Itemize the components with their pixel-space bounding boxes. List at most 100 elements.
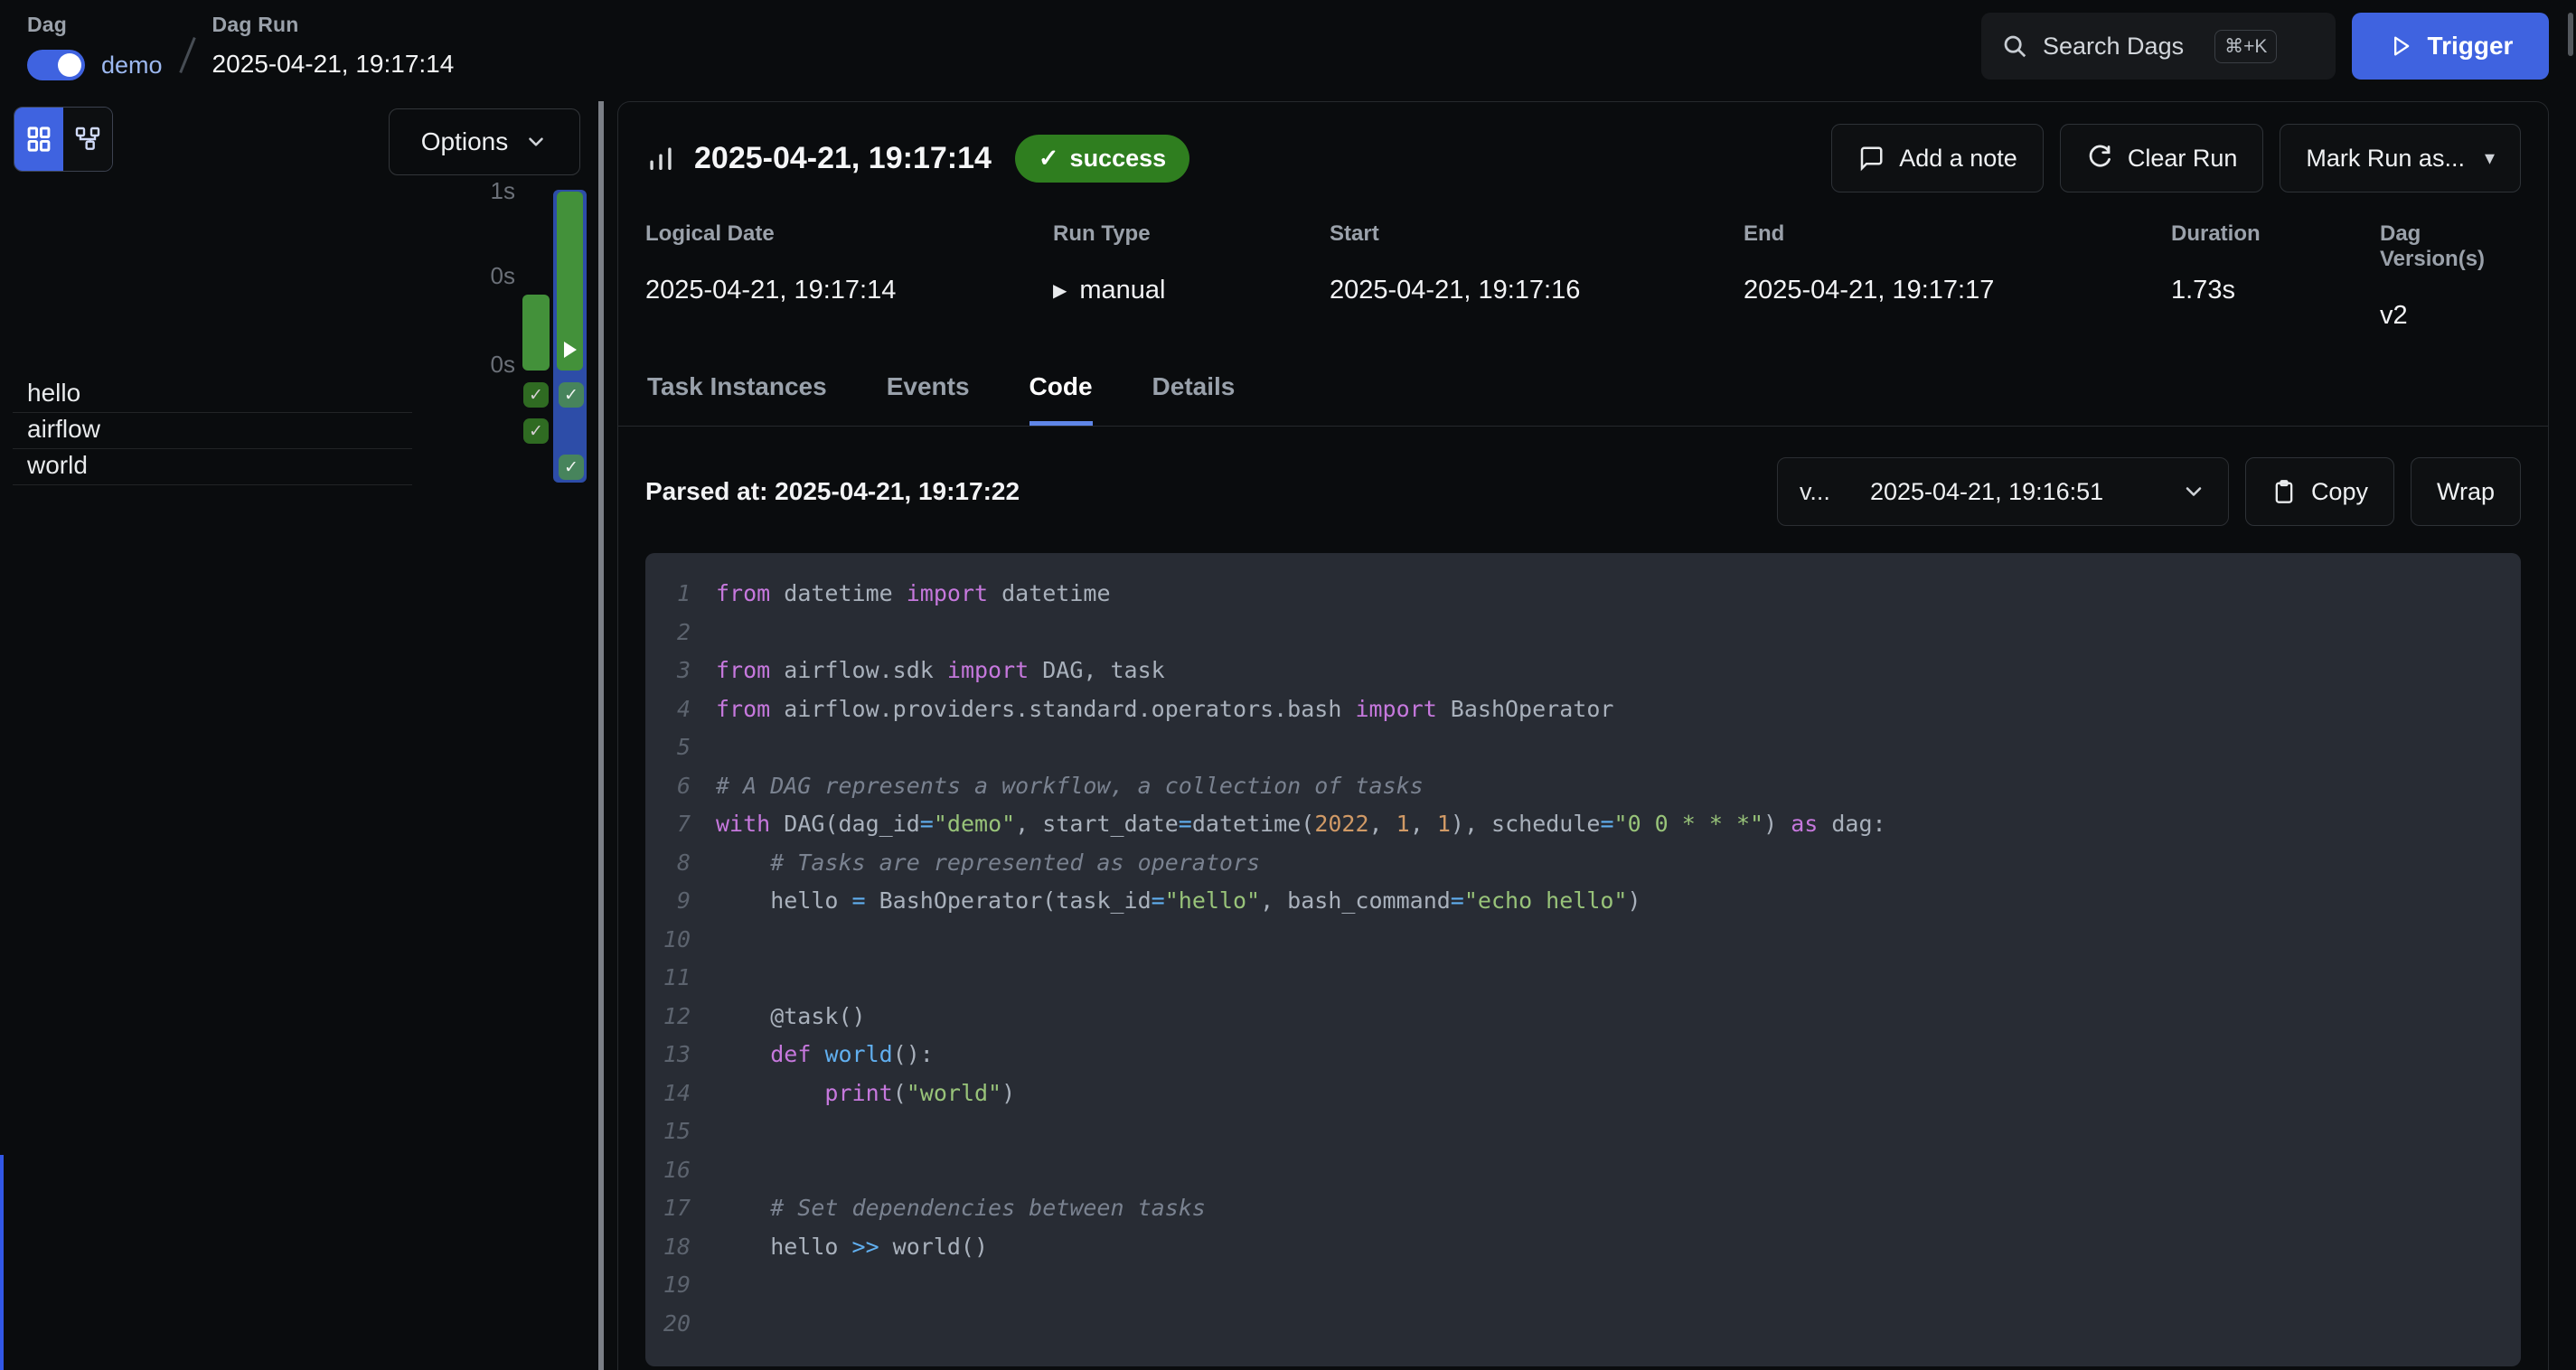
- task-label-hello[interactable]: hello: [27, 379, 80, 408]
- page-scrollbar[interactable]: [2568, 13, 2573, 56]
- copy-button[interactable]: Copy: [2245, 457, 2394, 526]
- code-line: 3from airflow.sdk import DAG, task: [645, 652, 2521, 690]
- dag-run-card: 2025-04-21, 19:17:14 ✓ success Add a not…: [617, 101, 2549, 1370]
- code-text: from datetime import datetime: [716, 575, 1111, 614]
- search-icon: [2001, 33, 2028, 60]
- graph-view-button[interactable]: [63, 108, 112, 171]
- code-text: def world():: [716, 1036, 934, 1074]
- line-number: 4: [645, 690, 716, 729]
- run-previous-task-airflow-square[interactable]: ✓: [523, 418, 549, 444]
- run-selected-task-hello-square[interactable]: ✓: [559, 382, 584, 408]
- meta-value: 2025-04-21, 19:17:16: [1330, 276, 1744, 305]
- code-line: 4from airflow.providers.standard.operato…: [645, 690, 2521, 729]
- code-text: print("world"): [716, 1074, 1015, 1113]
- wrap-label: Wrap: [2437, 478, 2495, 506]
- clear-run-button[interactable]: Clear Run: [2060, 124, 2264, 192]
- run-selected-task-world-square[interactable]: ✓: [559, 455, 584, 480]
- code-line: 7with DAG(dag_id="demo", start_date=date…: [645, 805, 2521, 844]
- tab-code[interactable]: Code: [1029, 372, 1093, 426]
- meta-label: Run Type: [1053, 221, 1330, 247]
- meta-logical-date: Logical Date2025-04-21, 19:17:14: [645, 221, 1053, 331]
- line-number: 12: [645, 998, 716, 1037]
- grid-view-button[interactable]: [14, 108, 63, 171]
- code-text: with DAG(dag_id="demo", start_date=datet…: [716, 805, 1886, 844]
- code-line: 16: [645, 1151, 2521, 1190]
- line-number: 3: [645, 652, 716, 690]
- meta-duration: Duration 1.73s: [2171, 221, 2380, 331]
- task-row-separator: [13, 448, 412, 449]
- code-text: hello >> world(): [716, 1228, 988, 1267]
- meta-label: End: [1744, 221, 2171, 247]
- task-label-airflow[interactable]: airflow: [27, 415, 100, 444]
- run-header: 2025-04-21, 19:17:14 ✓ success Add a not…: [618, 102, 2548, 192]
- copy-label: Copy: [2311, 478, 2368, 506]
- code-line: 6# A DAG represents a workflow, a collec…: [645, 767, 2521, 806]
- status-text: success: [1070, 145, 1167, 173]
- run-selected-bar[interactable]: [557, 192, 583, 371]
- mark-run-as-button[interactable]: Mark Run as... ▾: [2280, 124, 2521, 192]
- options-button[interactable]: Options: [389, 108, 580, 175]
- caret-down-icon: ▾: [2485, 146, 2495, 170]
- line-number: 11: [645, 959, 716, 998]
- tab-task-instances[interactable]: Task Instances: [647, 372, 827, 426]
- meta-value: ▶manual: [1053, 276, 1330, 305]
- dag-version-select[interactable]: v... 2025-04-21, 19:16:51: [1777, 457, 2229, 526]
- code-line: 15: [645, 1112, 2521, 1151]
- code-line: 20: [645, 1305, 2521, 1344]
- code-text: # Tasks are represented as operators: [716, 844, 1260, 883]
- code-text: # A DAG represents a workflow, a collect…: [716, 767, 1424, 806]
- line-number: 6: [645, 767, 716, 806]
- line-number: 9: [645, 882, 716, 921]
- line-number: 19: [645, 1266, 716, 1305]
- code-header: Parsed at: 2025-04-21, 19:17:22 v... 202…: [618, 427, 2548, 526]
- run-metadata: Logical Date2025-04-21, 19:17:14Run Type…: [618, 192, 2548, 331]
- code-line: 11: [645, 959, 2521, 998]
- clear-run-label: Clear Run: [2128, 145, 2238, 173]
- manual-run-play-icon: [564, 342, 577, 358]
- meta-value: 1.73s: [2171, 276, 2380, 305]
- meta-label: Duration: [2171, 221, 2380, 247]
- play-icon: ▶: [1053, 279, 1067, 302]
- search-placeholder: Search Dags: [2043, 33, 2184, 61]
- code-line: 5: [645, 728, 2521, 767]
- wrap-button[interactable]: Wrap: [2411, 457, 2521, 526]
- status-badge: ✓ success: [1015, 135, 1189, 183]
- line-number: 15: [645, 1112, 716, 1151]
- meta-dag-version-s: Dag Version(s)v2: [2380, 221, 2521, 331]
- add-note-button[interactable]: Add a note: [1831, 124, 2044, 192]
- tab-events[interactable]: Events: [887, 372, 970, 426]
- parsed-at-text: Parsed at: 2025-04-21, 19:17:22: [645, 477, 1020, 506]
- axis-tick: 0s: [461, 351, 515, 379]
- mark-run-as-label: Mark Run as...: [2306, 145, 2465, 173]
- tab-details[interactable]: Details: [1152, 372, 1236, 426]
- dag-code-viewer[interactable]: 1from datetime import datetime23from air…: [645, 553, 2521, 1366]
- search-dags-box[interactable]: Search Dags ⌘+K: [1981, 13, 2336, 80]
- meta-run-type: Run Type ▶manual: [1053, 221, 1330, 331]
- line-number: 10: [645, 921, 716, 960]
- line-number: 2: [645, 614, 716, 652]
- grid-panel: Options 1s0s0s ✓✓✓✓ helloairflowworld: [0, 0, 604, 1370]
- code-line: 1from datetime import datetime: [645, 575, 2521, 614]
- version-prefix: v...: [1800, 478, 1830, 506]
- view-toggle-group: [14, 107, 113, 172]
- run-previous-bar[interactable]: [522, 295, 550, 371]
- task-label-world[interactable]: world: [27, 451, 88, 480]
- code-line: 8 # Tasks are represented as operators: [645, 844, 2521, 883]
- meta-value: 2025-04-21, 19:17:17: [1744, 276, 2171, 305]
- refresh-icon: [2086, 145, 2113, 172]
- trigger-label: Trigger: [2428, 32, 2514, 61]
- run-title: 2025-04-21, 19:17:14: [694, 141, 992, 176]
- code-line: 17 # Set dependencies between tasks: [645, 1189, 2521, 1228]
- meta-end: End 2025-04-21, 19:17:17: [1744, 221, 2171, 331]
- add-note-label: Add a note: [1899, 145, 2017, 173]
- code-text: # Set dependencies between tasks: [716, 1189, 1206, 1228]
- bar-chart-icon: [645, 143, 676, 174]
- trigger-button[interactable]: Trigger: [2352, 13, 2549, 80]
- run-previous-task-hello-square[interactable]: ✓: [523, 382, 549, 408]
- line-number: 7: [645, 805, 716, 844]
- task-row-separator: [13, 412, 412, 413]
- meta-label: Logical Date: [645, 221, 1053, 247]
- meta-label: Start: [1330, 221, 1744, 247]
- code-line: 12 @task(): [645, 998, 2521, 1037]
- panel-splitter[interactable]: [598, 101, 604, 1370]
